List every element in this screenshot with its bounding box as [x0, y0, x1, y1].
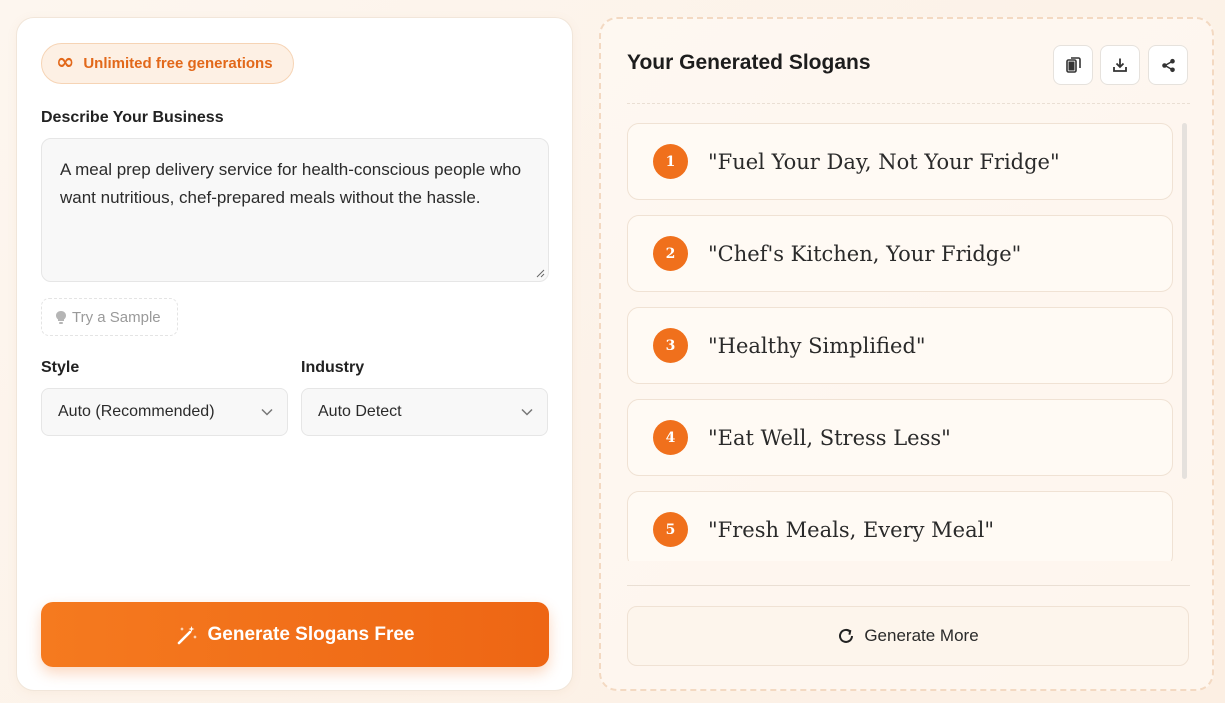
generate-slogans-label: Generate Slogans Free: [207, 623, 415, 645]
resize-handle-icon[interactable]: [535, 268, 545, 278]
try-sample-button[interactable]: Try a Sample: [41, 298, 178, 336]
chevron-down-icon: [261, 408, 273, 416]
copy-button[interactable]: [1053, 45, 1093, 85]
slogan-text: "Healthy Simplified": [708, 333, 926, 358]
slogan-text: "Eat Well, Stress Less": [708, 425, 951, 450]
magic-wand-icon: [177, 625, 197, 644]
style-select[interactable]: Auto (Recommended): [41, 388, 288, 436]
copy-icon: [1065, 57, 1081, 73]
results-title: Your Generated Slogans: [627, 51, 871, 74]
generate-more-label: Generate More: [864, 626, 979, 645]
generate-more-button[interactable]: Generate More: [627, 606, 1189, 666]
slogan-form-panel: ∞ Unlimited free generations Describe Yo…: [16, 17, 573, 691]
slogan-list-scrollbar[interactable]: [1182, 123, 1187, 479]
lightbulb-icon: [56, 310, 66, 324]
industry-select[interactable]: Auto Detect: [301, 388, 548, 436]
slogan-number-badge: 5: [653, 512, 688, 547]
industry-label: Industry: [301, 359, 365, 376]
slogan-item[interactable]: 1 "Fuel Your Day, Not Your Fridge": [627, 123, 1173, 200]
share-icon: [1161, 58, 1175, 72]
business-description-text: A meal prep delivery service for health-…: [60, 160, 522, 207]
slogan-number-badge: 4: [653, 420, 688, 455]
slogan-text: "Chef's Kitchen, Your Fridge": [708, 241, 1022, 266]
slogan-number-badge: 3: [653, 328, 688, 363]
header-divider: [627, 103, 1190, 104]
slogan-list[interactable]: 1 "Fuel Your Day, Not Your Fridge" 2 "Ch…: [627, 123, 1193, 561]
business-description-textarea[interactable]: A meal prep delivery service for health-…: [41, 138, 549, 282]
download-button[interactable]: [1100, 45, 1140, 85]
slogan-item[interactable]: 4 "Eat Well, Stress Less": [627, 399, 1173, 476]
slogan-number-badge: 1: [653, 144, 688, 179]
try-sample-label: Try a Sample: [72, 308, 161, 326]
generate-slogans-button[interactable]: Generate Slogans Free: [41, 602, 549, 667]
unlimited-badge: ∞ Unlimited free generations: [41, 43, 294, 84]
slogan-number-badge: 2: [653, 236, 688, 271]
style-select-value: Auto (Recommended): [58, 403, 215, 420]
results-panel: Your Generated Slogans 1 "Fuel Your Day,…: [599, 17, 1214, 691]
slogan-item[interactable]: 5 "Fresh Meals, Every Meal": [627, 491, 1173, 561]
refresh-icon: [839, 628, 854, 643]
slogan-item[interactable]: 2 "Chef's Kitchen, Your Fridge": [627, 215, 1173, 292]
chevron-down-icon: [521, 408, 533, 416]
slogan-text: "Fresh Meals, Every Meal": [708, 517, 994, 542]
share-button[interactable]: [1148, 45, 1188, 85]
download-icon: [1113, 58, 1127, 72]
slogan-text: "Fuel Your Day, Not Your Fridge": [708, 149, 1060, 174]
slogan-item[interactable]: 3 "Healthy Simplified": [627, 307, 1173, 384]
badge-label: Unlimited free generations: [83, 55, 273, 72]
description-label: Describe Your Business: [41, 109, 224, 126]
industry-select-value: Auto Detect: [318, 403, 402, 420]
infinity-icon: ∞: [56, 49, 75, 75]
style-label: Style: [41, 359, 80, 376]
footer-divider: [627, 585, 1190, 586]
